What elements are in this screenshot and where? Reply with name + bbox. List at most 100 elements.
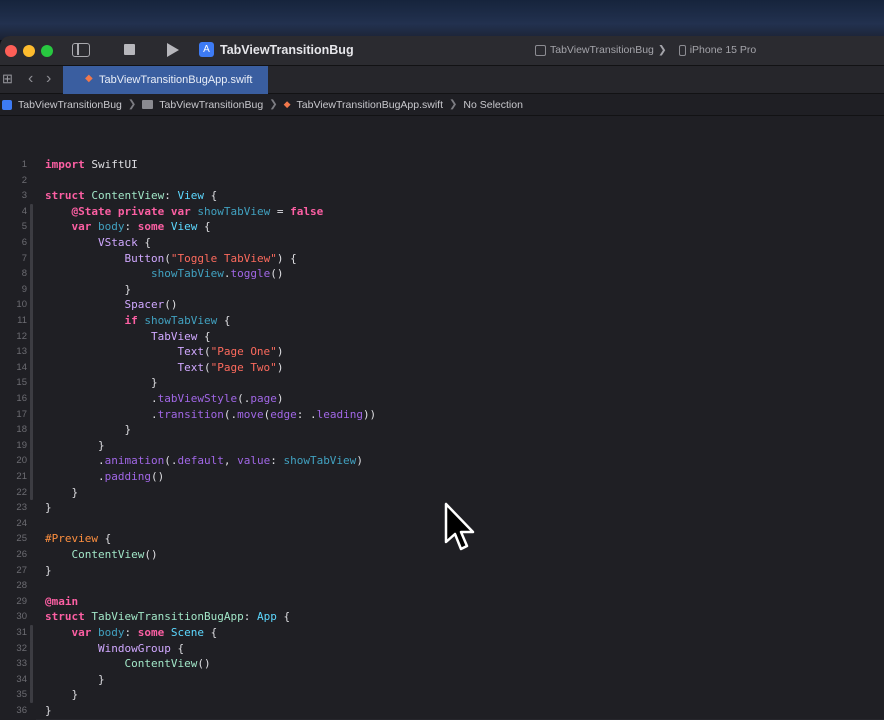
code-line[interactable]: 2 — [0, 173, 884, 189]
line-number: 31 — [16, 627, 27, 638]
code-text: var body: some View { — [45, 219, 211, 235]
code-text: Spacer() — [45, 297, 177, 313]
stop-icon[interactable] — [124, 44, 135, 55]
chevron-right-icon[interactable]: › — [46, 70, 51, 88]
code-line[interactable]: 34 } — [0, 672, 884, 688]
code-line[interactable]: 35 } — [0, 687, 884, 703]
code-token: : — [164, 189, 178, 203]
code-token: @State — [71, 204, 112, 218]
code-line[interactable]: 23} — [0, 500, 884, 516]
chevron-left-icon[interactable]: ‹ — [28, 70, 33, 88]
tab-label: TabViewTransitionBugApp.swift — [99, 74, 253, 86]
code-token: Text — [177, 345, 204, 359]
code-line[interactable]: 36} — [0, 703, 884, 719]
folder-icon — [142, 100, 154, 109]
code-line[interactable]: 25 #Preview { — [0, 531, 884, 547]
source-editor[interactable]: 1 import SwiftUI 2 3 struct ContentView: Vie… — [0, 117, 884, 720]
line-number: 17 — [16, 408, 27, 420]
code-token: . — [45, 407, 158, 421]
code-line[interactable]: 30 struct TabViewTransitionBugApp: App { — [0, 609, 884, 625]
code-token: ) — [276, 392, 284, 405]
code-line[interactable]: 27} — [0, 563, 884, 579]
code-token: tabViewStyle — [157, 392, 238, 405]
code-line[interactable]: 5 var body: some View { — [0, 219, 884, 235]
code-line[interactable]: 7 Button("Toggle TabView") { — [0, 251, 884, 267]
code-line[interactable]: 31 var body: some Scene { — [0, 625, 884, 641]
desktop-background — [0, 0, 884, 40]
chevron-right-icon: ❯ — [657, 44, 667, 56]
code-text: } — [45, 687, 78, 703]
code-line[interactable]: 26 ContentView() — [0, 547, 884, 563]
code-token: { — [204, 626, 218, 639]
code-token: . — [45, 454, 105, 468]
code-line[interactable]: 1 import SwiftUI — [0, 157, 884, 173]
code-token: (. — [223, 407, 238, 421]
line-number: 20 — [16, 455, 27, 467]
code-line[interactable]: 4 @State private var showTabView = false — [0, 204, 884, 220]
line-number: 10 — [16, 299, 27, 311]
code-line[interactable]: 22 } — [0, 485, 884, 501]
line-number: 24 — [16, 517, 27, 529]
code-token: SwiftUI — [84, 158, 138, 171]
code-text: struct TabViewTransitionBugApp: App { — [45, 609, 290, 625]
code-line[interactable]: 8 showTabView.toggle() — [0, 266, 884, 282]
scheme-app-icon — [535, 44, 546, 56]
jumpbar-project[interactable]: TabViewTransitionBug — [18, 99, 122, 111]
run-destination[interactable]: iPhone 15 Pro — [690, 44, 757, 56]
code-token: @main — [45, 594, 79, 608]
code-token: false — [290, 204, 324, 218]
sidebar-toggle-icon[interactable] — [72, 43, 90, 57]
code-line[interactable]: 21 .padding() — [0, 469, 884, 485]
xcode-window: A TabViewTransitionBug TabViewTransition… — [0, 36, 884, 720]
tab-swift-file[interactable]: ◆ TabViewTransitionBugApp.swift — [63, 66, 268, 94]
line-number: 26 — [16, 549, 27, 560]
code-token: TabViewTransitionBugApp — [91, 610, 244, 624]
iphone-icon — [678, 44, 686, 56]
code-token: : — [243, 610, 257, 624]
code-line[interactable]: 11 if showTabView { — [0, 313, 884, 329]
code-token: { — [97, 532, 112, 546]
code-text: } — [45, 563, 52, 579]
code-line[interactable]: 6 VStack { — [0, 235, 884, 251]
minimize-icon[interactable] — [23, 45, 35, 57]
code-text: } — [45, 438, 105, 454]
jumpbar-file[interactable]: TabViewTransitionBugApp.swift — [297, 99, 444, 111]
jumpbar-selection[interactable]: No Selection — [463, 99, 523, 111]
code-line[interactable]: 20 .animation(.default, value: showTabVi… — [0, 453, 884, 469]
code-token: struct — [45, 610, 85, 624]
code-line[interactable]: 15 } — [0, 375, 884, 391]
run-icon[interactable] — [167, 43, 179, 57]
code-text: import SwiftUI — [45, 157, 138, 173]
zoom-icon[interactable] — [41, 45, 53, 57]
line-number: 4 — [21, 205, 27, 217]
jumpbar-folder[interactable]: TabViewTransitionBug — [159, 99, 263, 111]
code-line[interactable]: 24 — [0, 516, 884, 532]
code-line[interactable]: 14 Text("Page Two") — [0, 360, 884, 376]
code-line[interactable]: 13 Text("Page One") — [0, 344, 884, 360]
code-line[interactable]: 17 .transition(.move(edge: .leading)) — [0, 407, 884, 423]
app-project-icon: A — [199, 42, 214, 57]
code-line[interactable]: 12 TabView { — [0, 329, 884, 345]
grid-icon[interactable]: ⊞ — [2, 72, 14, 85]
code-line[interactable]: 9 } — [0, 282, 884, 298]
code-line[interactable]: 29 @main — [0, 594, 884, 610]
code-token: some — [137, 626, 165, 639]
code-token: Spacer — [124, 298, 165, 312]
scheme-selector[interactable]: TabViewTransitionBug ❯ iPhone 15 Pro — [535, 44, 756, 56]
code-token: ( — [164, 251, 171, 265]
code-line[interactable]: 28 — [0, 578, 884, 594]
close-icon[interactable] — [5, 45, 17, 57]
code-line[interactable]: 19 } — [0, 438, 884, 454]
code-line[interactable]: 18 } — [0, 422, 884, 438]
code-line[interactable]: 16 .tabViewStyle(.page) — [0, 391, 884, 407]
code-text: } — [45, 282, 131, 298]
code-text: } — [45, 485, 78, 501]
code-token: App — [256, 610, 277, 624]
code-line[interactable]: 10 Spacer() — [0, 297, 884, 313]
code-token: (. — [164, 454, 178, 468]
code-line[interactable]: 3 struct ContentView: View { — [0, 188, 884, 204]
code-text: .tabViewStyle(.page) — [45, 391, 284, 407]
code-line[interactable]: 33 ContentView() — [0, 656, 884, 672]
code-line[interactable]: 32 WindowGroup { — [0, 641, 884, 657]
